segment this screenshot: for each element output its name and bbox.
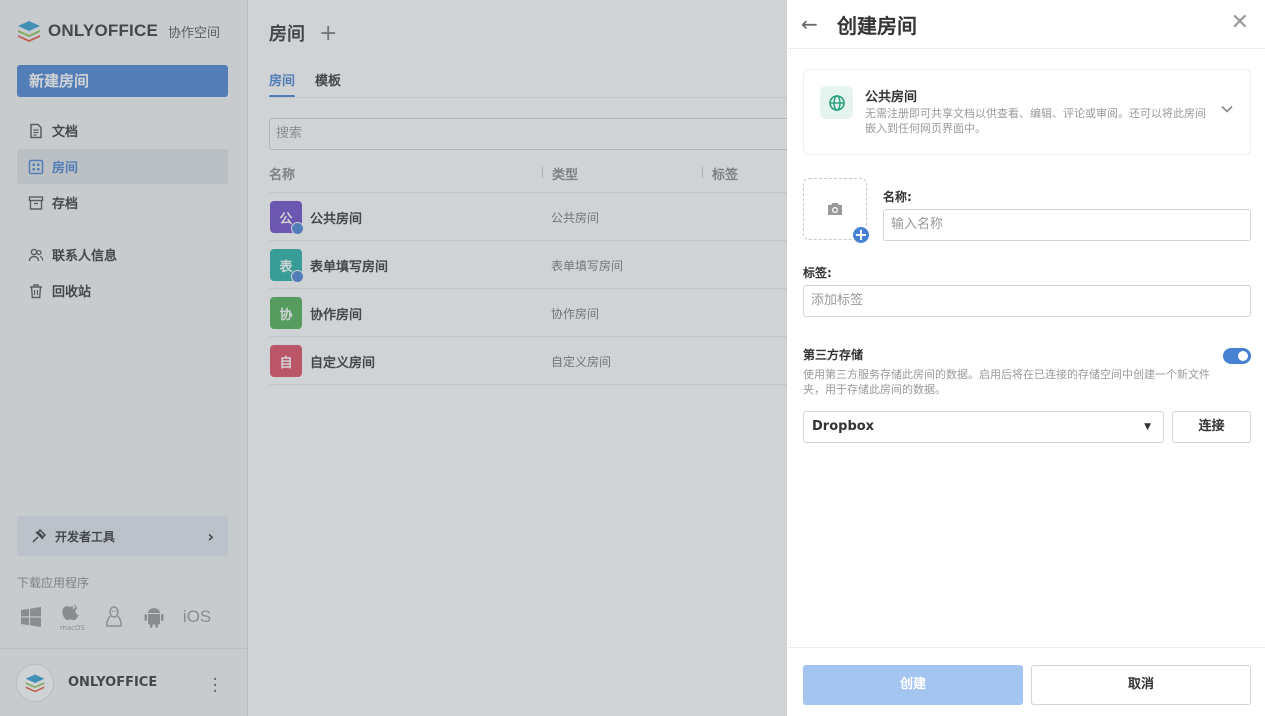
create-button[interactable]: 创建 <box>803 665 1023 705</box>
room-type-description: 无需注册即可共享文档以供查看、编辑、评论或审阅。还可以将此房间嵌入到任何网页界面… <box>865 107 1206 135</box>
storage-provider-value: Dropbox <box>812 419 875 434</box>
add-logo-icon[interactable]: + <box>851 225 871 245</box>
room-type-title: 公共房间 <box>865 90 918 105</box>
tags-label: 标签: <box>803 266 832 280</box>
third-party-storage-description: 使用第三方服务存储此房间的数据。启用后将在已连接的存储空间中创建一个新文件夹，用… <box>803 368 1210 396</box>
caret-down-icon: ▼ <box>1144 422 1151 432</box>
modal-backdrop[interactable] <box>0 0 787 716</box>
third-party-storage-title: 第三方存储 <box>803 348 864 362</box>
room-name-input[interactable]: 输入名称 <box>883 209 1251 241</box>
chevron-down-icon[interactable] <box>1220 102 1234 116</box>
close-icon[interactable]: ✕ <box>1231 10 1249 35</box>
panel-title: 创建房间 <box>837 14 917 38</box>
panel-header: ← 创建房间 ✕ <box>787 0 1265 49</box>
panel-footer: 创建 取消 <box>787 647 1265 716</box>
cancel-button[interactable]: 取消 <box>1031 665 1251 705</box>
tags-input[interactable]: 添加标签 <box>803 285 1251 317</box>
storage-provider-select[interactable]: Dropbox ▼ <box>803 411 1164 443</box>
create-room-panel: ← 创建房间 ✕ 公共房间 无需注册即可共享文档以供查看、编辑、评论或审阅。还可… <box>787 0 1265 716</box>
name-label: 名称: <box>883 190 912 204</box>
camera-icon <box>828 203 842 215</box>
third-party-storage-toggle[interactable] <box>1223 348 1251 364</box>
globe-icon <box>820 86 853 119</box>
back-arrow-icon[interactable]: ← <box>801 12 818 36</box>
connect-button[interactable]: 连接 <box>1172 411 1251 443</box>
room-type-selector[interactable]: 公共房间 无需注册即可共享文档以供查看、编辑、评论或审阅。还可以将此房间嵌入到任… <box>803 69 1251 155</box>
